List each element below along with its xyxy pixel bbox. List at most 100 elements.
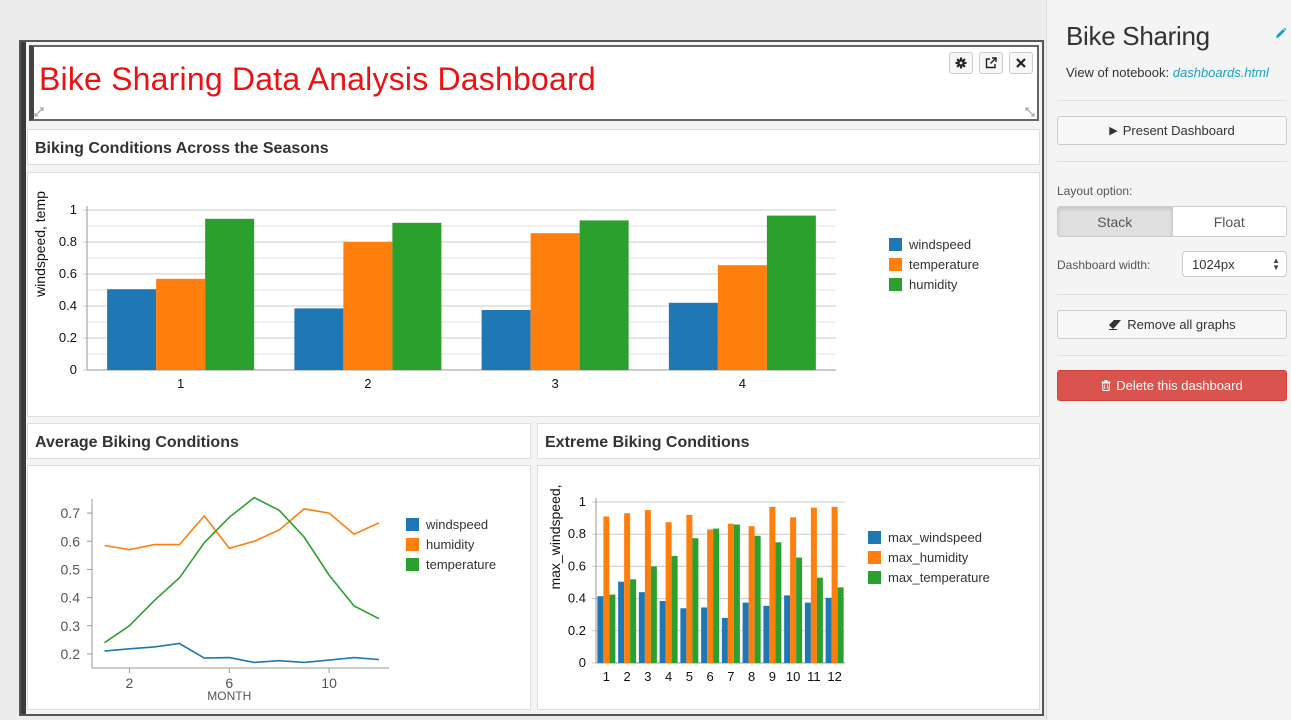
bar-max_humidity xyxy=(686,514,693,663)
y-axis-label: max_windspeed, xyxy=(547,484,563,589)
width-value: 1024px xyxy=(1192,256,1235,272)
bar-max_humidity xyxy=(707,529,714,663)
x-tick-label: 9 xyxy=(769,669,776,684)
y-tick-label: 1 xyxy=(70,202,77,217)
bar-max_humidity xyxy=(748,526,755,663)
delete-dashboard-button[interactable]: Delete this dashboard xyxy=(1057,370,1287,401)
x-tick-label: 3 xyxy=(552,376,559,391)
gear-icon xyxy=(955,57,967,69)
bar-max_windspeed xyxy=(659,601,666,663)
bar-temperature xyxy=(717,265,767,370)
legend-swatch xyxy=(868,571,881,584)
average-header[interactable]: Average Biking Conditions xyxy=(27,423,531,459)
present-dashboard-button[interactable]: ▶ Present Dashboard xyxy=(1057,116,1287,145)
bar-temperature xyxy=(343,242,393,370)
legend-swatch xyxy=(406,558,419,571)
delete-label: Delete this dashboard xyxy=(1116,378,1243,393)
y-tick-label: 0.6 xyxy=(61,533,81,549)
settings-button[interactable] xyxy=(949,52,973,74)
bar-max_windspeed xyxy=(742,602,749,663)
seasons-chart: 0 0.2 0.4 0.6 0.8 1 1 2 3 4 windspeed, temp windspe… xyxy=(32,191,979,391)
notebook-info: View of notebook: dashboards.html xyxy=(1066,65,1269,80)
line-humidity xyxy=(104,508,380,551)
y-tick-label: 0.2 xyxy=(61,646,81,662)
layout-label: Layout option: xyxy=(1057,184,1133,198)
y-tick-label: 0.2 xyxy=(59,330,77,345)
bar-max_temperature xyxy=(816,577,823,663)
x-tick-label: 4 xyxy=(739,376,746,391)
resize-handle-right-icon[interactable] xyxy=(1025,107,1035,117)
divider xyxy=(1057,294,1287,295)
legend-label: temperature xyxy=(426,557,496,572)
x-tick-label: 10 xyxy=(786,669,800,684)
bar-max_windspeed xyxy=(804,602,811,663)
x-tick-label: 11 xyxy=(807,669,821,684)
y-tick-label: 0.5 xyxy=(61,561,81,577)
divider xyxy=(1057,355,1287,356)
extreme-header[interactable]: Extreme Biking Conditions xyxy=(537,423,1040,459)
present-label: Present Dashboard xyxy=(1122,123,1235,138)
legend-swatch xyxy=(868,551,881,564)
x-axis-label: MONTH xyxy=(207,689,251,703)
bar-max_humidity xyxy=(665,522,672,663)
x-tick-label: 2 xyxy=(364,376,371,391)
bar-max_humidity xyxy=(769,506,776,663)
bar-max_humidity xyxy=(727,523,734,663)
extreme-chart-box: 0 0.2 0.4 0.6 0.8 1 1 2 3 4 5 6 7 8 9 10 11 12 max_windspe… xyxy=(537,465,1040,710)
legend-label: windspeed xyxy=(908,237,971,252)
bar-max_humidity xyxy=(790,517,797,663)
seasons-header[interactable]: Biking Conditions Across the Seasons xyxy=(27,129,1040,165)
y-tick-label: 0 xyxy=(70,362,77,377)
left-gutter xyxy=(21,42,26,714)
y-tick-label: 0.7 xyxy=(61,505,81,521)
bar-temperature xyxy=(156,278,206,370)
average-chart-box: 0.2 0.3 0.4 0.5 0.6 0.7 2 6 10 MONTH windspeed humi… xyxy=(27,465,531,710)
bar-max_temperature xyxy=(796,557,803,663)
legend-swatch xyxy=(889,238,902,251)
x-tick-label: 10 xyxy=(321,675,337,691)
y-axis-label: windspeed, temp xyxy=(32,191,48,298)
divider xyxy=(1057,161,1287,162)
bar-max_temperature xyxy=(837,587,844,663)
y-tick-label: 0.6 xyxy=(568,558,586,573)
legend-label: max_humidity xyxy=(888,550,969,565)
dashboard-sidebar: Bike Sharing View of notebook: dashboard… xyxy=(1046,0,1291,720)
bar-humidity xyxy=(205,218,255,370)
bar-max_temperature xyxy=(754,535,761,663)
bar-max_humidity xyxy=(644,510,651,663)
title-cell[interactable]: Bike Sharing Data Analysis Dashboard xyxy=(29,45,1039,121)
bar-max_humidity xyxy=(810,507,817,663)
external-link-icon xyxy=(985,57,997,69)
bar-windspeed xyxy=(481,310,531,370)
play-icon: ▶ xyxy=(1109,125,1118,137)
close-button[interactable] xyxy=(1009,52,1033,74)
remove-label: Remove all graphs xyxy=(1127,317,1236,332)
dashboard-width-select[interactable]: 1024px ▲ ▼ xyxy=(1182,251,1287,277)
bar-max_windspeed xyxy=(784,595,791,663)
popout-button[interactable] xyxy=(979,52,1003,74)
resize-handle-left-icon[interactable] xyxy=(34,107,44,117)
layout-float-button[interactable]: Float xyxy=(1171,207,1286,236)
legend-swatch xyxy=(406,518,419,531)
legend-swatch xyxy=(889,278,902,291)
sidebar-title: Bike Sharing xyxy=(1066,21,1210,51)
bar-max_temperature xyxy=(733,524,740,663)
bar-max_humidity xyxy=(831,506,838,663)
pencil-icon[interactable] xyxy=(1274,27,1287,40)
bar-windspeed xyxy=(294,308,344,370)
y-tick-label: 0.4 xyxy=(568,591,586,606)
layout-stack-button[interactable]: Stack xyxy=(1058,207,1172,236)
remove-all-graphs-button[interactable]: Remove all graphs xyxy=(1057,310,1287,339)
legend-swatch xyxy=(868,531,881,544)
x-tick-label: 12 xyxy=(827,669,841,684)
notebook-link[interactable]: dashboards.html xyxy=(1173,65,1269,80)
y-tick-label: 0 xyxy=(579,655,586,670)
bar-max_windspeed xyxy=(825,597,832,663)
bar-windspeed xyxy=(668,302,718,370)
bar-max_humidity xyxy=(624,513,631,663)
x-tick-label: 2 xyxy=(126,675,134,691)
bar-max_temperature xyxy=(775,542,782,663)
bar-max_windspeed xyxy=(638,592,645,663)
bar-max_temperature xyxy=(650,566,657,663)
bar-max_temperature xyxy=(713,528,720,663)
